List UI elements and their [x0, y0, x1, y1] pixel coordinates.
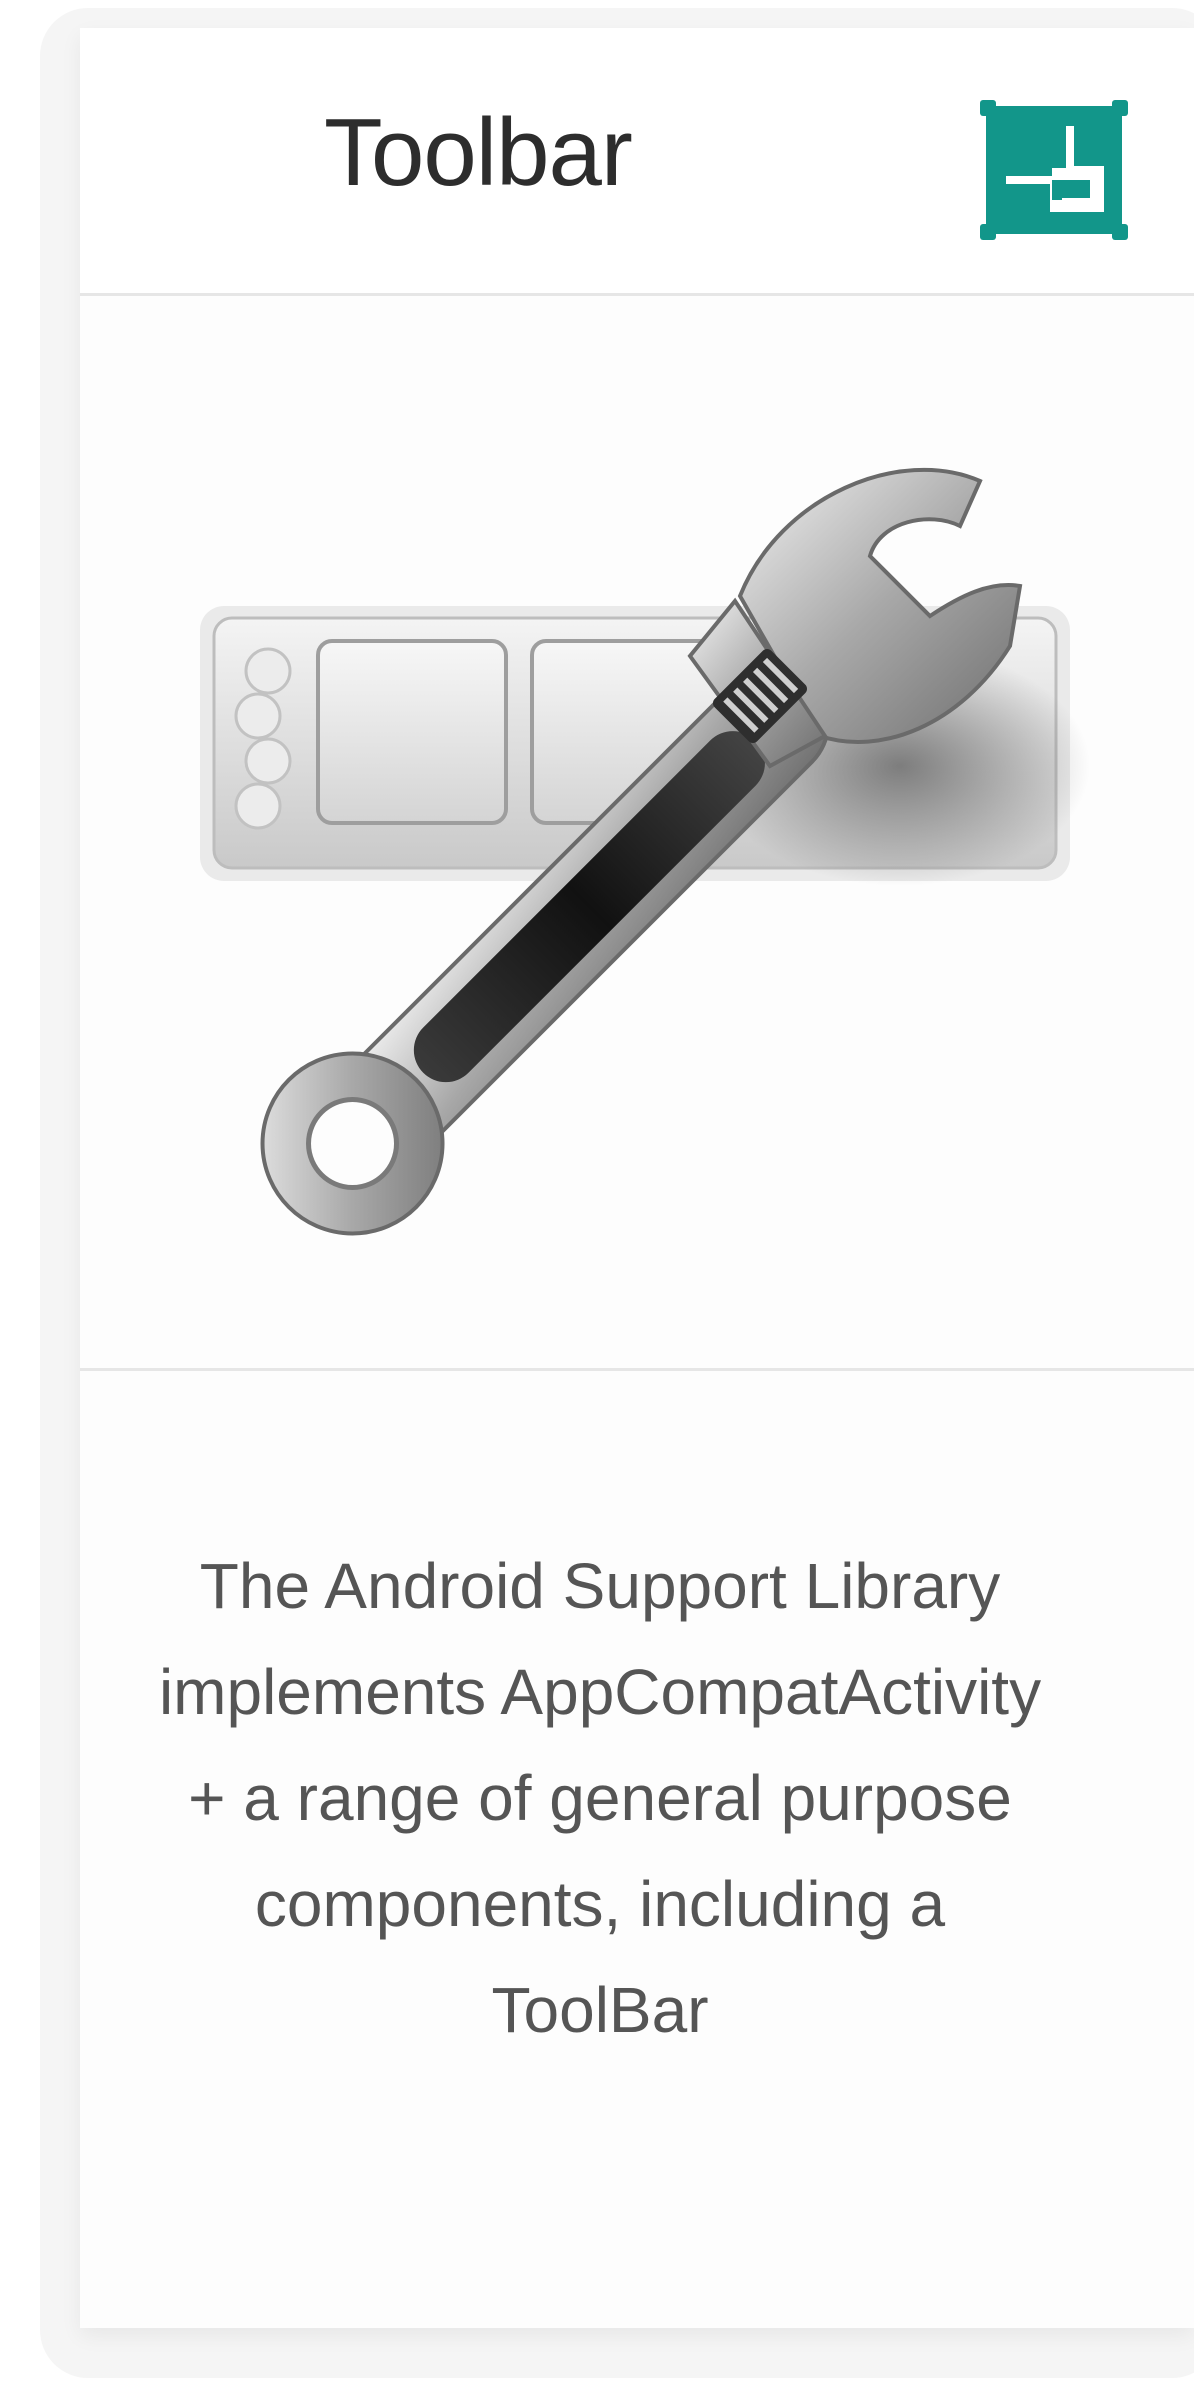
open-in-window-icon[interactable]: [980, 96, 1128, 244]
sample-card[interactable]: Toolbar The Android Support Library impl…: [80, 28, 1194, 2328]
card-header: Toolbar: [80, 28, 1194, 296]
illustration-area: [80, 296, 1194, 1371]
toolbar-wrench-icon: [200, 467, 1090, 1236]
card-title: Toolbar: [324, 99, 633, 206]
card-description: The Android Support Library implements A…: [158, 1550, 1042, 2046]
